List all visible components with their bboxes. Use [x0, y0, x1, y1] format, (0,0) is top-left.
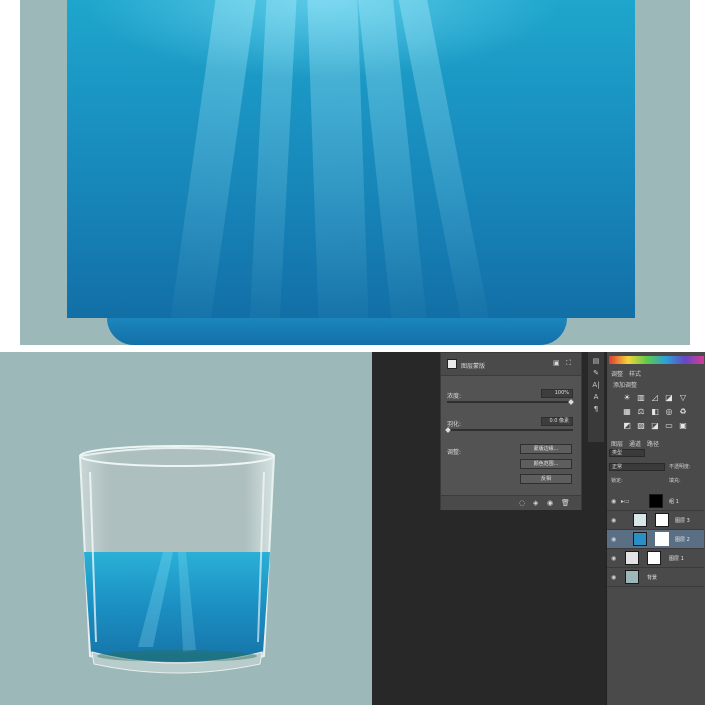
- layer-row[interactable]: ◉ 图层 3: [607, 511, 704, 530]
- mask-edge-button[interactable]: 蒙版边缘...: [520, 444, 572, 454]
- layer-mask-thumbnail: [655, 532, 669, 546]
- light-ray: [307, 0, 370, 318]
- folder-icon: ▸▭: [621, 498, 630, 505]
- density-slider[interactable]: [447, 401, 573, 403]
- document-canvas[interactable]: [0, 352, 372, 705]
- layer-name: 组 1: [669, 499, 679, 505]
- type-tool[interactable]: A: [590, 392, 602, 402]
- density-label: 浓度:: [447, 393, 462, 400]
- tab-paths[interactable]: 路径: [647, 439, 659, 448]
- posterize-icon[interactable]: ▨: [637, 422, 645, 430]
- color-range-button[interactable]: 颜色范围...: [520, 459, 572, 469]
- right-panels: 调整 样式 添加调整 ☀ ▥ ◿ ◪ ▽ ▦ ⚖ ◧ ◎ ♻ ◩ ▨ ◪ ▭ ▣…: [606, 352, 705, 705]
- feather-slider[interactable]: [447, 429, 573, 431]
- layer-row-group[interactable]: ◉ ▸▭ 组 1: [607, 492, 704, 511]
- color-swatches[interactable]: [609, 356, 704, 364]
- photoshop-workspace: 图层蒙版 ▣ ⛶ 浓度: 100% 羽化: 0.0 像素 调整: ◌ ◈ ◉ 🗑…: [0, 352, 705, 705]
- tab-layers[interactable]: 图层: [611, 439, 623, 448]
- tab-adjustments[interactable]: 调整: [611, 369, 623, 378]
- light-ray: [167, 0, 257, 318]
- opacity-label: 不透明度:: [669, 464, 691, 470]
- eye-icon[interactable]: ◉: [611, 498, 616, 505]
- layer-row[interactable]: ◉ 背景: [607, 568, 704, 587]
- vibrance-icon[interactable]: ▽: [679, 394, 687, 402]
- layer-name: 图层 3: [675, 518, 690, 524]
- add-adjustment-label: 添加调整: [613, 382, 638, 389]
- fill-label: 填充:: [669, 478, 681, 484]
- invert-button[interactable]: 反相: [520, 474, 572, 484]
- divider: [0, 345, 705, 352]
- paragraph-icon[interactable]: ¶: [590, 404, 602, 414]
- tab-styles[interactable]: 样式: [629, 369, 641, 378]
- feather-label: 羽化:: [447, 421, 462, 428]
- tab-channels[interactable]: 通道: [629, 439, 641, 448]
- layer-name: 背景: [647, 575, 658, 581]
- pixel-mask-icon[interactable]: ▣: [553, 359, 560, 367]
- feather-field[interactable]: 0.0 像素: [541, 417, 573, 426]
- top-screenshot: [0, 0, 705, 345]
- layer-row[interactable]: ◉ 图层 1: [607, 549, 704, 568]
- curves-icon[interactable]: ◿: [651, 394, 659, 402]
- balance-icon[interactable]: ⚖: [637, 408, 645, 416]
- eye-icon[interactable]: ◉: [611, 517, 616, 524]
- layer-mask-thumbnail: [655, 513, 669, 527]
- history-icon[interactable]: ▤: [590, 356, 602, 366]
- panel-toolbar: ▤ ✎ A| A ¶: [588, 352, 604, 442]
- properties-header: 图层蒙版 ▣ ⛶: [441, 353, 581, 376]
- lock-label: 锁定:: [611, 478, 623, 484]
- layer-thumbnail: [625, 551, 639, 565]
- properties-footer: ◌ ◈ ◉ 🗑: [441, 495, 581, 510]
- eye-icon[interactable]: ◉: [611, 555, 616, 562]
- properties-panel: 图层蒙版 ▣ ⛶ 浓度: 100% 羽化: 0.0 像素 调整: ◌ ◈ ◉ 🗑: [440, 352, 582, 510]
- glass-water-edge: [107, 318, 567, 345]
- gradient-map-icon[interactable]: ▭: [665, 422, 673, 430]
- hue-icon[interactable]: ▦: [623, 408, 631, 416]
- visibility-icon[interactable]: ◉: [547, 499, 553, 507]
- properties-title: 图层蒙版: [461, 363, 486, 370]
- density-field[interactable]: 100%: [541, 389, 573, 398]
- apply-mask-icon[interactable]: ◈: [533, 499, 538, 507]
- threshold-icon[interactable]: ◪: [651, 422, 659, 430]
- layer-thumbnail: [633, 532, 647, 546]
- photo-filter-icon[interactable]: ◎: [665, 408, 673, 416]
- layer-filter-select[interactable]: 类型: [609, 449, 645, 457]
- trash-icon[interactable]: 🗑: [561, 499, 570, 507]
- brush-preset-icon[interactable]: ✎: [590, 368, 602, 378]
- mask-thumbnail-icon: [447, 359, 457, 369]
- selection-icon[interactable]: ◌: [519, 499, 525, 507]
- light-ray: [248, 0, 297, 318]
- eye-icon[interactable]: ◉: [611, 536, 616, 543]
- invert-icon[interactable]: ◩: [623, 422, 631, 430]
- text-tool[interactable]: A|: [590, 380, 602, 390]
- glass-of-water: [78, 442, 276, 674]
- eye-icon[interactable]: ◉: [611, 574, 616, 581]
- group-mask-thumbnail: [649, 494, 663, 508]
- layer-name: 图层 2: [675, 537, 690, 543]
- exposure-icon[interactable]: ◪: [665, 394, 673, 402]
- bw-icon[interactable]: ◧: [651, 408, 659, 416]
- brightness-icon[interactable]: ☀: [623, 394, 631, 402]
- layer-thumbnail: [625, 570, 639, 584]
- layer-mask-thumbnail: [647, 551, 661, 565]
- vector-mask-icon[interactable]: ⛶: [566, 359, 571, 368]
- underwater-image: [67, 0, 635, 318]
- refine-label: 调整:: [447, 449, 462, 456]
- selective-color-icon[interactable]: ▣: [679, 422, 687, 430]
- channel-mixer-icon[interactable]: ♻: [679, 408, 687, 416]
- levels-icon[interactable]: ▥: [637, 394, 645, 402]
- layer-thumbnail: [633, 513, 647, 527]
- layer-name: 图层 1: [669, 556, 684, 562]
- blend-mode-select[interactable]: 正常: [609, 463, 665, 471]
- layer-row-selected[interactable]: ◉ 图层 2: [607, 530, 704, 549]
